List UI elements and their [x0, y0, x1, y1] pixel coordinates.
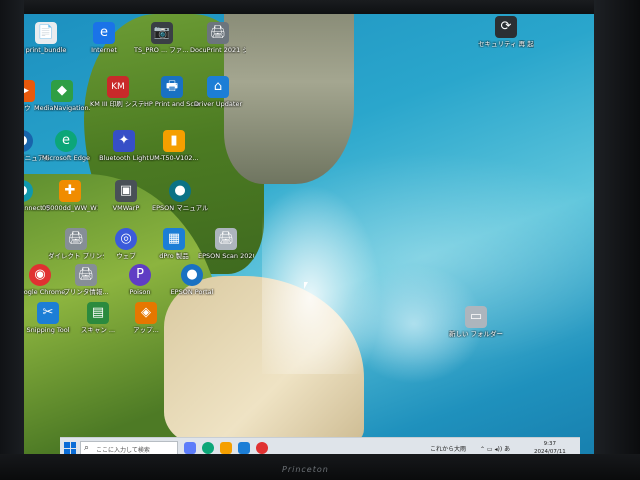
desktop-icon[interactable]: ▦ dPro 製品 — [146, 228, 202, 260]
monitor-bezel — [594, 0, 640, 480]
camera-icon: 📷 — [151, 22, 173, 44]
monitor-bezel — [0, 0, 24, 480]
desktop-icon[interactable]: 📄 print_bundle — [18, 22, 74, 54]
desktop-icon[interactable]: ✂ Snipping Tool — [20, 302, 76, 334]
epson-icon: ● — [169, 180, 191, 202]
snip-icon: ✂ — [37, 302, 59, 324]
desktop-icon[interactable]: KM KM III 印刷 システム — [90, 76, 146, 108]
bluetooth-icon: ✦ — [113, 130, 135, 152]
printer-icon: 🖨 — [207, 22, 229, 44]
restart-icon: ⟳ — [495, 16, 517, 38]
desktop-screen: 📄 print_bundle e Internet 📷 TS_PRO ... フ… — [0, 14, 594, 460]
tray-icons[interactable]: ⌃ ▭ ◂)) あ — [480, 444, 510, 453]
globe-icon: ◎ — [115, 228, 137, 250]
desktop-icon[interactable]: e Microsoft Edge — [38, 130, 94, 162]
km-icon: KM — [107, 76, 129, 98]
desktop-icon[interactable]: ▭ 新しい フォルダー — [448, 306, 504, 338]
home-icon: ⌂ — [207, 76, 229, 98]
weather-label[interactable]: これから大雨 — [430, 444, 466, 453]
desktop-icon[interactable]: ◈ アップ... — [118, 302, 174, 334]
monitor-brand-logo: Princeton — [282, 465, 329, 474]
edge-icon: e — [55, 130, 77, 152]
desktop-icon[interactable]: ⌂ Driver Updater — [190, 76, 246, 108]
chrome-icon: ◉ — [29, 264, 51, 286]
desktop-icon[interactable]: ● EPSON Portal — [164, 264, 220, 296]
chrome-taskbar-icon[interactable] — [256, 442, 268, 454]
app-icon: ▦ — [163, 228, 185, 250]
mouse-cursor-icon — [304, 282, 308, 289]
hp-doctor-icon: 🖶 — [161, 76, 183, 98]
desktop-icon[interactable]: 📷 TS_PRO ... ファ... カット — [134, 22, 190, 54]
update-icon: ◈ — [135, 302, 157, 324]
windows-start-icon[interactable] — [64, 442, 76, 454]
internet-icon: e — [93, 22, 115, 44]
printer-icon: 🖨 — [65, 228, 87, 250]
scan-icon: ▤ — [87, 302, 109, 324]
desktop-icon[interactable]: ◆ MediaNavigation... — [34, 80, 90, 112]
explorer-taskbar-icon[interactable] — [220, 442, 232, 454]
file-icon: 📄 — [35, 22, 57, 44]
desktop-icon[interactable]: 🖨 DocuPrint 2021 シ... カット — [190, 22, 246, 54]
desktop-icon[interactable]: e Internet — [76, 22, 132, 54]
desktop-icon[interactable]: 🖨 EPSON Scan 2020 Utility — [198, 228, 254, 260]
search-icon: ⌕ — [84, 443, 90, 453]
app-icon: ▣ — [115, 180, 137, 202]
edge-taskbar-icon[interactable] — [202, 442, 214, 454]
monitor-bezel: Princeton — [0, 454, 640, 480]
desktop-icon[interactable]: ⟳ セキュリティ 再 起動 — [478, 16, 534, 48]
epson-icon: ● — [181, 264, 203, 286]
desktop-icon[interactable]: P Poison — [112, 264, 168, 296]
task-view-icon[interactable] — [184, 442, 196, 454]
scanner-icon: 🖨 — [215, 228, 237, 250]
desktop-icon[interactable]: 🖨 ダイレクト プリンタ — [48, 228, 104, 260]
folder-icon: ▭ — [465, 306, 487, 328]
store-taskbar-icon[interactable] — [238, 442, 250, 454]
poison-icon: P — [129, 264, 151, 286]
monitor-bezel — [0, 0, 640, 14]
desktop-icon[interactable]: ▣ VMWarP — [98, 180, 154, 212]
document-icon: ▮ — [163, 130, 185, 152]
desktop-icon[interactable]: ✚ 05000dd_WW_W10 — [42, 180, 98, 212]
desktop-icon[interactable]: ● EPSON マニュアル — [152, 180, 208, 212]
desktop-icon[interactable]: ✦ Bluetooth Light — [96, 130, 152, 162]
desktop-icon[interactable]: 🖨 プリンタ情報... — [58, 264, 114, 296]
installer-icon: ✚ — [59, 180, 81, 202]
printer-icon: 🖨 — [75, 264, 97, 286]
app-icon: ◆ — [51, 80, 73, 102]
desktop-icon[interactable]: ▮ UM-T50-V102... — [146, 130, 202, 162]
